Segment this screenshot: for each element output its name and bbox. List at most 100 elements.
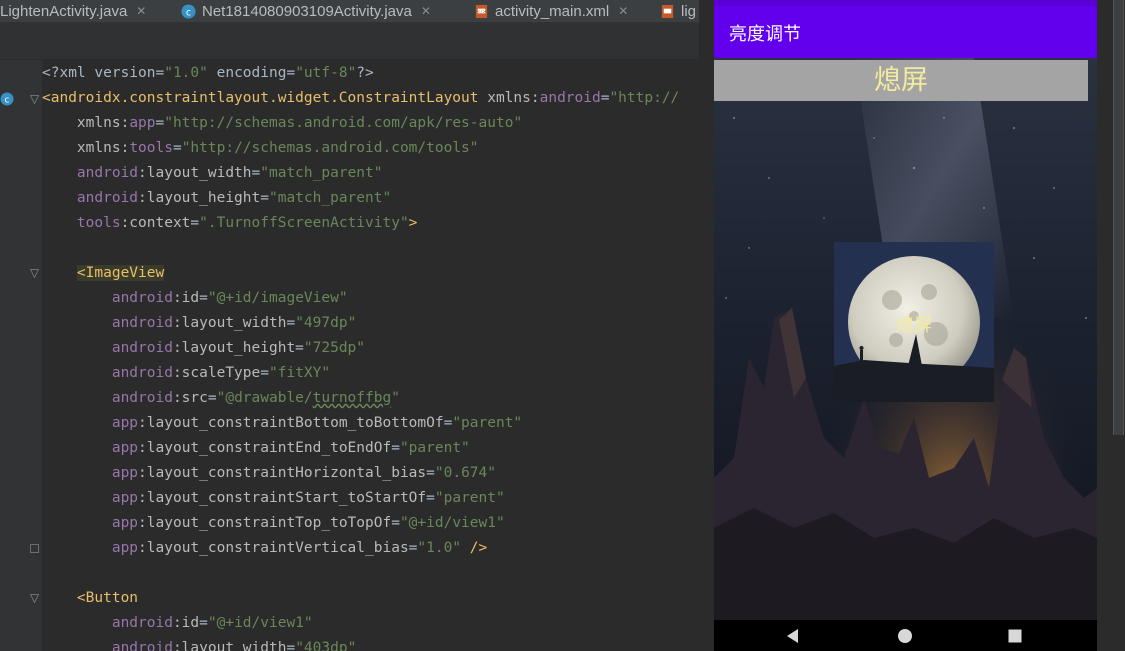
code-token: :layout_constraintEnd_toEndOf — [138, 440, 392, 456]
code-token: <ImageView — [76, 265, 165, 281]
svg-text:</>: </> — [477, 8, 486, 14]
close-icon[interactable]: ✕ — [136, 4, 146, 18]
fold-icon[interactable] — [30, 269, 39, 278]
code-token: = — [391, 440, 400, 456]
code-token: app — [111, 515, 139, 531]
code-token: android — [111, 615, 173, 631]
code-token: = — [286, 315, 296, 331]
code-token: "@drawable/ — [216, 390, 313, 406]
turn-off-screen-button[interactable]: 熄屏 — [714, 60, 1088, 101]
code-token: :layout_constraintBottom_toBottomOf — [138, 415, 444, 431]
code-token: "fitXY" — [269, 365, 331, 381]
activity-content: 熄屏 熄屏 — [714, 58, 1097, 620]
home-circle-icon[interactable] — [895, 626, 915, 646]
code-token: :layout_height — [172, 340, 296, 356]
image-label: 熄屏 — [896, 315, 932, 336]
code-token: " — [391, 390, 400, 406]
java-class-icon: c — [181, 3, 196, 19]
code-token: tools — [76, 215, 121, 231]
code-token: "497dp" — [295, 315, 357, 331]
tab-label: Net1814080903109Activity.java — [202, 2, 412, 20]
tab-label: activity_main.xml — [495, 2, 610, 20]
code-line: tools:context=".TurnoffScreenActivity"> — [42, 211, 417, 236]
tab-net-activity[interactable]: c Net1814080903109Activity.java ✕ — [181, 0, 431, 22]
code-token: "http://schemas.android.com/tools" — [181, 140, 479, 156]
code-token: = — [426, 490, 435, 506]
code-line: android:scaleType="fitXY" — [42, 361, 330, 386]
code-token: "parent" — [434, 490, 505, 506]
code-token: xmlns: — [76, 115, 130, 131]
code-editor[interactable]: <?xml version="1.0" encoding="utf-8"?> <a… — [42, 61, 706, 651]
screen: LightenActivity.java ✕ c Net181408090310… — [0, 0, 1125, 651]
code-token: = — [260, 365, 269, 381]
code-token: android — [76, 165, 139, 181]
code-line: android:layout_height="match_parent" — [42, 186, 391, 211]
code-token: :layout_width — [172, 315, 287, 331]
fold-icon[interactable] — [30, 594, 39, 603]
code-token: "http:// — [609, 90, 680, 106]
code-token: tools — [129, 140, 173, 156]
code-token: :scaleType — [172, 365, 261, 381]
code-line: <?xml version="1.0" encoding="utf-8"?> — [42, 61, 374, 86]
tab-label: LightenActivity.java — [0, 2, 128, 20]
xml-layout-icon: </> — [475, 4, 488, 18]
code-token: :layout_constraintTop_toTopOf — [138, 515, 392, 531]
code-token: = — [155, 115, 165, 131]
code-line: android:src="@drawable/turnoffbg" — [42, 386, 400, 411]
code-token: app — [111, 490, 139, 506]
code-token: = — [260, 190, 269, 206]
tab-overflow[interactable]: lig — [660, 0, 696, 22]
code-token: "1.0" — [164, 65, 208, 81]
code-token: "0.674" — [434, 465, 496, 481]
code-token: android — [111, 640, 173, 651]
tab-activity-main-xml[interactable]: </> activity_main.xml ✕ — [474, 0, 628, 22]
code-token: turnoffbg — [312, 390, 392, 406]
code-token: ".TurnoffScreenActivity" — [199, 215, 409, 231]
code-token: = — [207, 390, 217, 406]
vertical-scrollbar[interactable] — [1113, 0, 1124, 435]
code-token: /> — [461, 540, 488, 556]
code-token: :layout_width — [172, 640, 287, 651]
xml-layout-icon — [661, 4, 674, 18]
code-token: "1.0" — [417, 540, 462, 556]
panel-divider[interactable] — [699, 0, 706, 651]
code-token: = — [172, 140, 182, 156]
tab-label: lig — [681, 2, 697, 20]
close-icon[interactable]: ✕ — [421, 4, 431, 18]
code-token: "utf-8" — [295, 65, 357, 81]
code-token: android — [111, 365, 173, 381]
back-triangle-icon[interactable] — [783, 626, 803, 646]
code-line: app:layout_constraintTop_toTopOf="@+id/v… — [42, 511, 505, 536]
editor-gutter: c — [0, 60, 42, 651]
code-line: app:layout_constraintStart_toStartOf="pa… — [42, 486, 505, 511]
tab-lighten-activity[interactable]: LightenActivity.java ✕ — [0, 0, 146, 22]
svg-text:c: c — [5, 96, 10, 106]
code-token: <Button — [76, 590, 139, 606]
code-token: = — [286, 640, 296, 651]
code-token: <androidx.constraintlayout.widget.Constr… — [42, 90, 488, 106]
class-marker-icon[interactable]: c — [0, 92, 14, 106]
recents-square-icon[interactable] — [1005, 626, 1025, 646]
fold-icon[interactable] — [30, 95, 39, 104]
fold-end-icon[interactable] — [30, 544, 39, 553]
code-token: android — [539, 90, 601, 106]
code-token: :src — [172, 390, 208, 406]
code-token: :id — [172, 290, 200, 306]
code-token: :layout_width — [138, 165, 252, 181]
code-line: xmlns:tools="http://schemas.android.com/… — [42, 136, 479, 161]
close-icon[interactable]: ✕ — [618, 4, 628, 18]
code-line: android:layout_width="match_parent" — [42, 161, 383, 186]
code-token: :layout_constraintVertical_bias — [138, 540, 409, 556]
code-token: encoding= — [207, 65, 296, 81]
code-token: android — [111, 340, 173, 356]
code-line: android:layout_height="725dp" — [42, 336, 365, 361]
